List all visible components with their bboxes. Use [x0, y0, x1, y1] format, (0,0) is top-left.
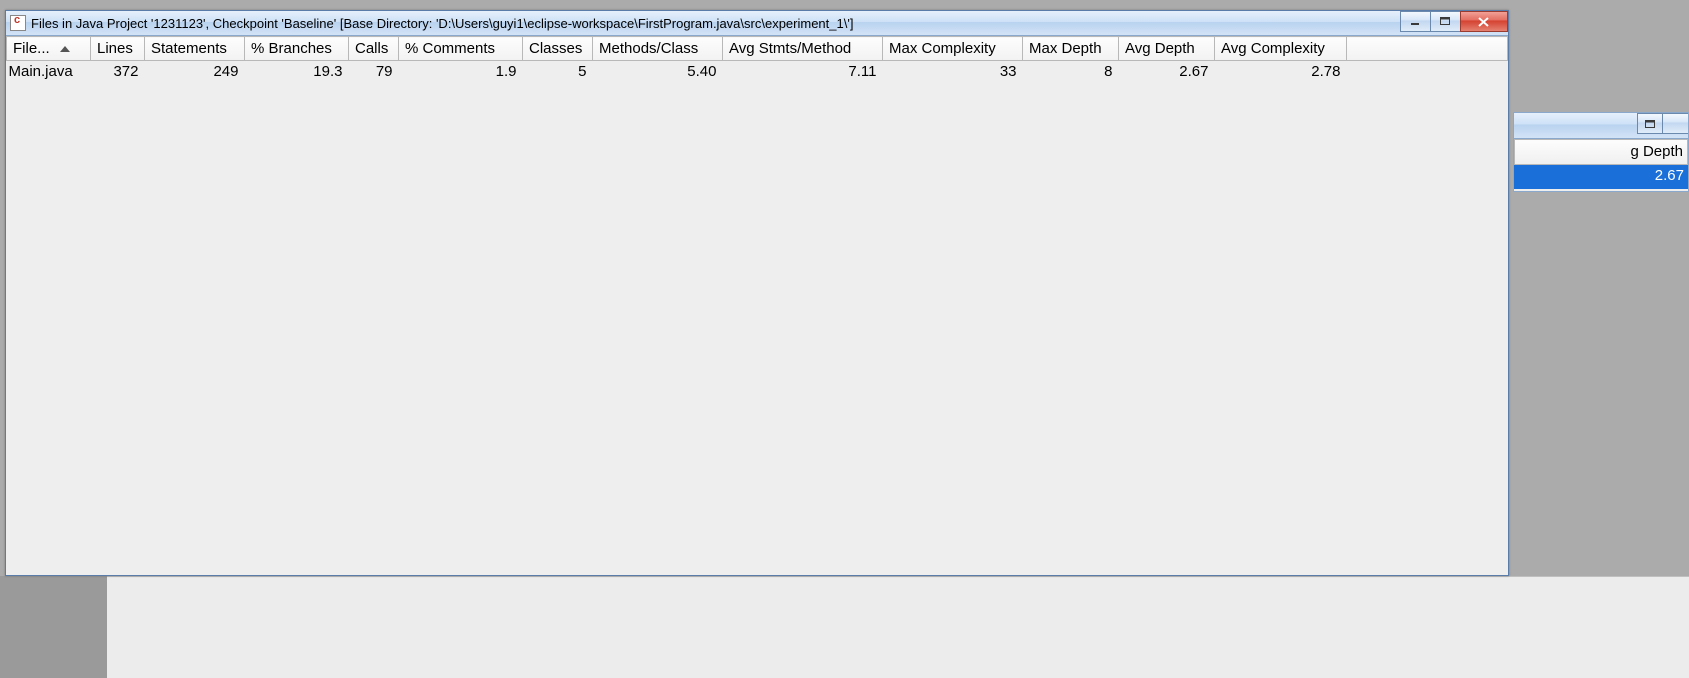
bg-selected-cell[interactable]: 2.67 [1514, 165, 1688, 189]
column-header-lines[interactable]: Lines [91, 37, 145, 61]
cell-calls: 79 [349, 61, 399, 83]
column-header-methods-per-class[interactable]: Methods/Class [593, 37, 723, 61]
titlebar[interactable]: Files in Java Project '1231123', Checkpo… [6, 11, 1508, 36]
table-header-row: File... Lines Statements % Branches Call… [7, 37, 1508, 61]
column-header-avg-stmts-per-method[interactable]: Avg Stmts/Method [723, 37, 883, 61]
minimize-icon [1410, 18, 1421, 26]
cell-statements: 249 [145, 61, 245, 83]
bg-column-header-avg-depth[interactable]: g Depth [1514, 139, 1688, 165]
bg-partial-button[interactable] [1662, 113, 1688, 134]
cell-classes: 5 [523, 61, 593, 83]
maximize-icon [1440, 17, 1451, 26]
cell-avg-stmts-per-method: 7.11 [723, 61, 883, 83]
column-header-pct-comments[interactable]: % Comments [399, 37, 523, 61]
main-window: Files in Java Project '1231123', Checkpo… [5, 10, 1509, 576]
column-header-avg-complexity[interactable]: Avg Complexity [1215, 37, 1347, 61]
cell-pct-comments: 1.9 [399, 61, 523, 83]
column-header-avg-depth[interactable]: Avg Depth [1119, 37, 1215, 61]
bg-window-controls [1638, 113, 1688, 134]
cell-avg-depth: 2.67 [1119, 61, 1215, 83]
cell-methods-per-class: 5.40 [593, 61, 723, 83]
column-header-filler [1347, 37, 1508, 61]
close-button[interactable] [1460, 11, 1508, 32]
table-row[interactable]: Main.java 372 249 19.3 79 1.9 5 5.40 7.1… [7, 61, 1508, 83]
column-header-max-depth[interactable]: Max Depth [1023, 37, 1119, 61]
bottom-left-panel [0, 576, 107, 678]
cell-avg-complexity: 2.78 [1215, 61, 1347, 83]
sort-ascending-icon [60, 46, 70, 52]
maximize-icon [1645, 120, 1655, 128]
column-header-calls[interactable]: Calls [349, 37, 399, 61]
cell-filler [1347, 61, 1508, 83]
bottom-panel [107, 576, 1689, 678]
column-header-pct-branches[interactable]: % Branches [245, 37, 349, 61]
cell-file: Main.java [7, 61, 91, 83]
column-header-classes[interactable]: Classes [523, 37, 593, 61]
background-window: g Depth 2.67 [1513, 112, 1689, 192]
metrics-table-area: File... Lines Statements % Branches Call… [6, 36, 1508, 575]
column-header-label: File... [13, 40, 50, 57]
metrics-table: File... Lines Statements % Branches Call… [6, 36, 1508, 82]
app-icon [10, 15, 26, 31]
column-header-file[interactable]: File... [7, 37, 91, 61]
window-controls [1401, 11, 1508, 32]
column-header-max-complexity[interactable]: Max Complexity [883, 37, 1023, 61]
cell-max-depth: 8 [1023, 61, 1119, 83]
bg-titlebar [1514, 113, 1688, 139]
cell-pct-branches: 19.3 [245, 61, 349, 83]
window-title: Files in Java Project '1231123', Checkpo… [31, 16, 853, 31]
column-header-statements[interactable]: Statements [145, 37, 245, 61]
cell-max-complexity: 33 [883, 61, 1023, 83]
maximize-button[interactable] [1430, 11, 1461, 32]
minimize-button[interactable] [1400, 11, 1431, 32]
bg-maximize-button[interactable] [1637, 113, 1663, 134]
cell-lines: 372 [91, 61, 145, 83]
close-icon [1478, 17, 1490, 27]
